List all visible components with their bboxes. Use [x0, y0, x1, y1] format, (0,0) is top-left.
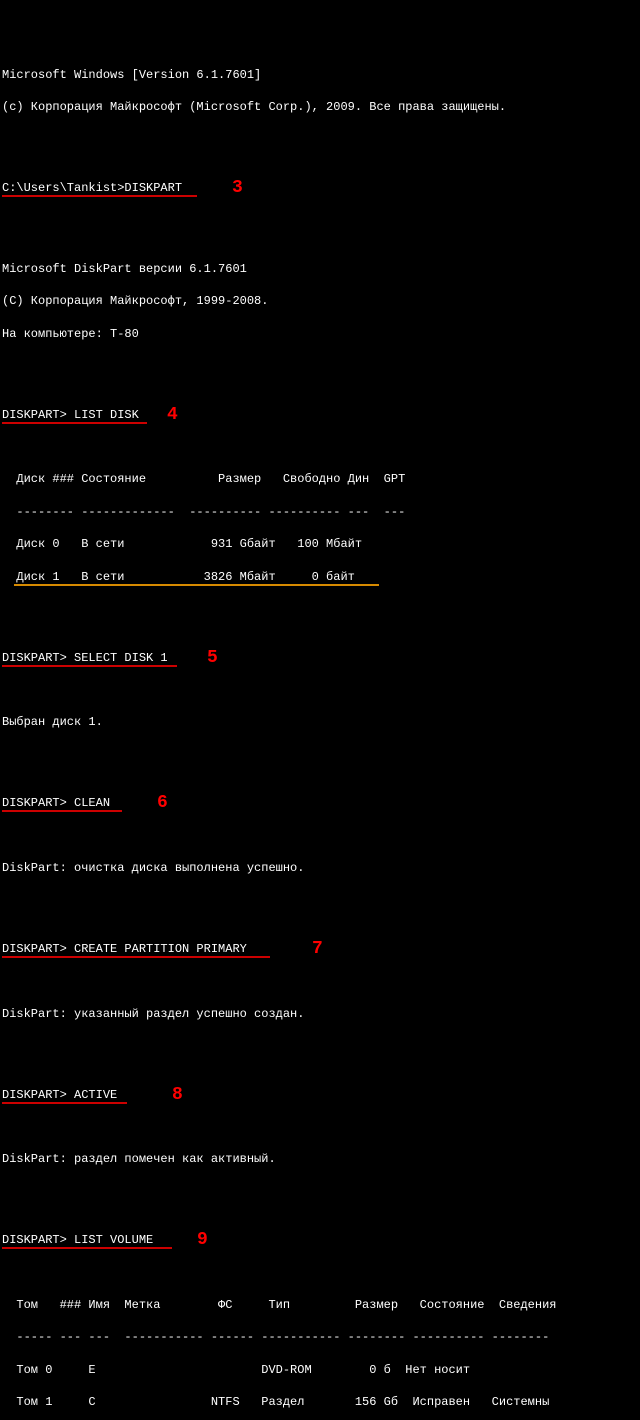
step-9: 9	[197, 1228, 208, 1252]
msg-clean: DiskPart: очистка диска выполнена успешн…	[2, 860, 638, 876]
dp-copyright: (C) Корпорация Майкрософт, 1999-2008.	[2, 293, 638, 309]
text: ----- --- --- ----------- ------ -------…	[2, 1330, 549, 1344]
disk-sep: -------- ------------- ---------- ------…	[2, 504, 638, 520]
command: CREATE PARTITION PRIMARY	[74, 942, 247, 956]
text: Выбран диск 1.	[2, 715, 103, 729]
text: DiskPart: очистка диска выполнена успешн…	[2, 861, 304, 875]
text: Диск 0 В сети 931 Gбайт 100 Mбайт	[2, 537, 362, 551]
vol-header: Том ### Имя Метка ФС Тип Размер Состояни…	[2, 1297, 638, 1313]
vol-row-0: Том 0 E DVD-ROM 0 б Нет носит	[2, 1362, 638, 1378]
step-5: 5	[207, 646, 218, 670]
command: LIST DISK	[74, 408, 139, 422]
msg-active: DiskPart: раздел помечен как активный.	[2, 1151, 638, 1167]
command: LIST VOLUME	[74, 1233, 153, 1247]
msg-disk-selected: Выбран диск 1.	[2, 714, 638, 730]
text: Microsoft Windows [Version 6.1.7601]	[2, 68, 261, 82]
msg-partition-created: DiskPart: указанный раздел успешно созда…	[2, 1006, 638, 1022]
prompt: C:\Users\Tankist>	[2, 181, 124, 195]
disk-row-0: Диск 0 В сети 931 Gбайт 100 Mбайт	[2, 536, 638, 552]
vol-row-1: Том 1 C NTFS Раздел 156 Gб Исправен Сист…	[2, 1394, 638, 1410]
text: -------- ------------- ---------- ------…	[2, 505, 405, 519]
vol-sep: ----- --- --- ----------- ------ -------…	[2, 1329, 638, 1345]
text: DiskPart: указанный раздел успешно созда…	[2, 1007, 304, 1021]
win-version: Microsoft Windows [Version 6.1.7601]	[2, 67, 638, 83]
command: CLEAN	[74, 796, 110, 810]
text: Том 0 E DVD-ROM 0 б Нет носит	[2, 1363, 470, 1377]
step-4: 4	[167, 403, 178, 427]
prompt: DISKPART>	[2, 408, 74, 422]
step-3: 3	[232, 176, 243, 200]
dp-version: Microsoft DiskPart версии 6.1.7601	[2, 261, 638, 277]
text: На компьютере: T-80	[2, 327, 139, 341]
cmd-list-disk: DISKPART> LIST DISK4	[2, 407, 638, 423]
cmd-clean: DISKPART> CLEAN6	[2, 795, 638, 811]
cmd-list-volume: DISKPART> LIST VOLUME9	[2, 1232, 638, 1248]
win-copyright: (c) Корпорация Майкрософт (Microsoft Cor…	[2, 99, 638, 115]
prompt: DISKPART>	[2, 1088, 74, 1102]
text: (c) Корпорация Майкрософт (Microsoft Cor…	[2, 100, 506, 114]
prompt: DISKPART>	[2, 651, 74, 665]
text: Диск 1 В сети 3826 Mбайт 0 байт	[2, 570, 355, 584]
dp-computer: На компьютере: T-80	[2, 326, 638, 342]
text: Microsoft DiskPart версии 6.1.7601	[2, 262, 247, 276]
cmd-create-partition: DISKPART> CREATE PARTITION PRIMARY7	[2, 941, 638, 957]
text: Том ### Имя Метка ФС Тип Размер Состояни…	[2, 1298, 557, 1312]
step-7: 7	[312, 937, 323, 961]
step-6: 6	[157, 791, 168, 815]
text: (C) Корпорация Майкрософт, 1999-2008.	[2, 294, 268, 308]
prompt: DISKPART>	[2, 796, 74, 810]
disk-header: Диск ### Состояние Размер Свободно Дин G…	[2, 471, 638, 487]
step-8: 8	[172, 1083, 183, 1107]
prompt: DISKPART>	[2, 1233, 74, 1247]
text: DiskPart: раздел помечен как активный.	[2, 1152, 276, 1166]
prompt: DISKPART>	[2, 942, 74, 956]
command: SELECT DISK 1	[74, 651, 168, 665]
text: Диск ### Состояние Размер Свободно Дин G…	[2, 472, 405, 486]
text: Том 1 C NTFS Раздел 156 Gб Исправен Сист…	[2, 1395, 549, 1409]
cmd-diskpart: C:\Users\Tankist>DISKPART3	[2, 180, 638, 196]
cmd-select-disk: DISKPART> SELECT DISK 15	[2, 650, 638, 666]
disk-row-1: Диск 1 В сети 3826 Mбайт 0 байт	[2, 569, 638, 585]
command: DISKPART	[124, 181, 182, 195]
command: ACTIVE	[74, 1088, 117, 1102]
cmd-active: DISKPART> ACTIVE8	[2, 1087, 638, 1103]
